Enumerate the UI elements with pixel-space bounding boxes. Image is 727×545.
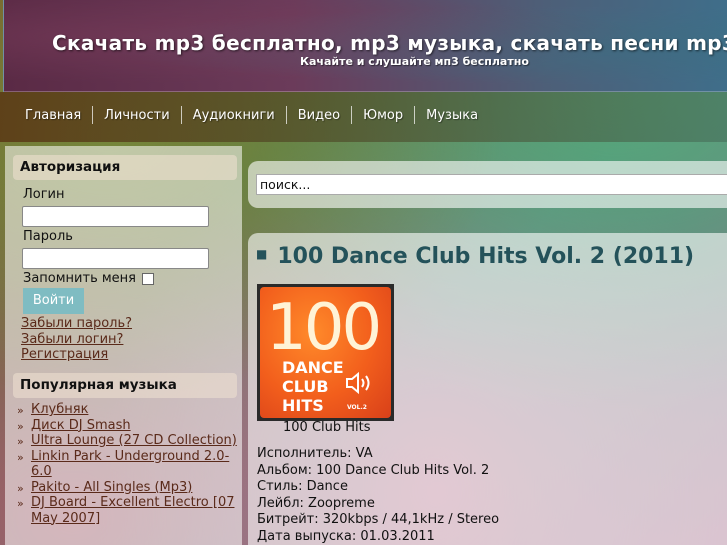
auth-module-title: Авторизация [13,155,237,180]
cover-line: DANCE [282,358,344,377]
article-title-text: 100 Dance Club Hits Vol. 2 (2011) [277,244,695,269]
list-item: » Клубняк [17,402,239,418]
bullet-icon: ■ [256,247,268,261]
cover-line: HITS [282,396,324,415]
list-item: » DJ Board - Excellent Electro [07 May 20… [17,495,239,526]
forgot-password-link[interactable]: Забыли пароль? [21,316,132,331]
info-line: Дата выпуска: 01.03.2011 [257,528,435,544]
speaker-icon [346,371,370,395]
popular-music-link[interactable]: Диск DJ Smash [31,418,131,433]
double-chevron-icon: » [17,481,24,495]
site-title: Скачать mp3 бесплатно, mp3 музыка, скача… [52,31,727,55]
cover-line: CLUB [282,377,329,396]
popular-music-link[interactable]: DJ Board - Excellent Electro [07 May 200… [31,495,234,526]
double-chevron-icon: » [17,497,24,510]
info-line: Лейбл: Zoopreme [257,495,375,511]
info-line: Стиль: Dance [257,479,348,494]
popular-music-list: » Клубняк » Диск DJ Smash » Ultra Lounge (2… [17,402,239,526]
popular-music-link[interactable]: Клубняк [31,402,88,417]
login-button[interactable]: Войти [23,288,84,314]
login-label: Логин [23,187,65,202]
popular-music-link[interactable]: Pakito - All Singles (Mp3) [31,480,192,495]
list-item: » Диск DJ Smash [17,418,239,434]
cover-caption: 100 Club Hits [283,420,371,435]
info-line: Альбом: 100 Dance Club Hits Vol. 2 [257,462,490,478]
cover-vol: VOL.2 [347,404,367,411]
menu-item-music[interactable]: Музыка [415,108,489,123]
login-input[interactable] [22,206,209,227]
search-module: поиск... [248,161,727,208]
popular-music-link[interactable]: Linkin Park - Underground 2.0-6.0 [31,449,229,480]
article: ■ 100 Dance Club Hits Vol. 2 (2011) 100 D… [248,233,727,545]
site-subtitle: Качайте и слушайте мп3 бесплатно [300,55,529,68]
double-chevron-icon: » [17,450,24,464]
forgot-login-link[interactable]: Забыли логин? [21,332,123,347]
site-header: Скачать mp3 бесплатно, mp3 музыка, скача… [3,0,727,92]
album-cover-art: 100 DANCE CLUB HITS VOL.2 [260,287,391,418]
info-line: Исполнитель: VA [257,446,373,461]
info-line: Битрейт: 320kbps / 44,1kHz / Stereo [257,512,500,527]
password-label: Пароль [23,229,73,244]
cover-number: 100 [266,291,382,365]
album-cover: 100 DANCE CLUB HITS VOL.2 [257,284,394,421]
cover-words: DANCE CLUB HITS [282,358,344,415]
register-link[interactable]: Регистрация [21,347,108,362]
main-menu: Главная Личности Аудиокниги Видео Юмор М… [0,92,727,142]
menu-item-audiobooks[interactable]: Аудиокниги [182,108,286,123]
menu-item-humor[interactable]: Юмор [352,108,414,123]
list-item: » Pakito - All Singles (Mp3) [17,480,239,496]
menu-item-home[interactable]: Главная [14,108,92,123]
search-input[interactable]: поиск... [256,174,727,195]
sidebar: Авторизация Логин Пароль Запомнить меня … [5,146,242,545]
double-chevron-icon: » [17,404,24,417]
remember-me-label: Запомнить меня [23,271,137,286]
article-title[interactable]: ■ 100 Dance Club Hits Vol. 2 (2011) [256,244,694,269]
remember-me-checkbox[interactable] [142,272,155,285]
menu-item-persons[interactable]: Личности [93,108,181,123]
list-item: » Ultra Lounge (27 CD Collection) [17,433,239,449]
album-info: Исполнитель: VA Альбом: 100 Dance Club H… [257,446,499,545]
double-chevron-icon: » [17,435,24,448]
menu-item-video[interactable]: Видео [287,108,351,123]
password-input[interactable] [22,248,209,269]
popular-music-title: Популярная музыка [13,373,237,398]
remember-me: Запомнить меня [23,271,155,286]
double-chevron-icon: » [17,419,24,433]
popular-music-link[interactable]: Ultra Lounge (27 CD Collection) [31,433,237,448]
list-item: » Linkin Park - Underground 2.0-6.0 [17,449,239,480]
